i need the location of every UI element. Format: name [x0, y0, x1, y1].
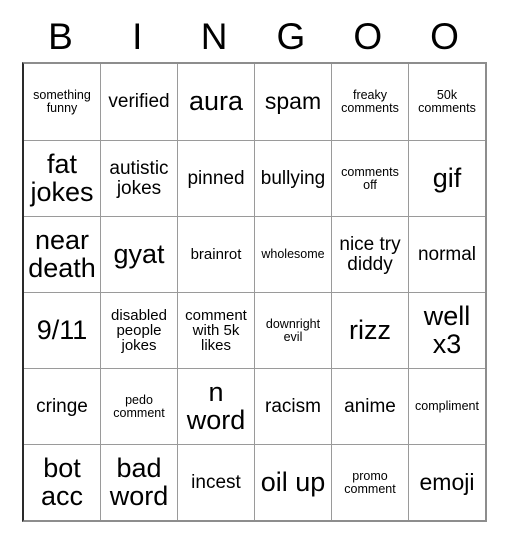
bingo-cell-label: wholesome [261, 247, 325, 262]
header-letter-3: N [200, 16, 228, 57]
bingo-cell[interactable]: emoji [408, 444, 485, 520]
bingo-cell[interactable]: incest [177, 444, 254, 520]
bingo-cell-label: freaky comments [341, 88, 399, 115]
header-letter-4: G [276, 16, 306, 57]
header-letter-1: B [48, 16, 73, 57]
bingo-row: cringe pedo comment n word racism anime … [24, 368, 485, 444]
bingo-cell[interactable]: something funny [24, 64, 100, 140]
bingo-cell[interactable]: pedo comment [100, 368, 177, 444]
bingo-cell[interactable]: bullying [254, 140, 331, 216]
bingo-cell-label: something funny [33, 88, 91, 115]
bingo-cell-label: pedo comment [113, 392, 165, 420]
bingo-cell-label: 9/11 [36, 314, 88, 345]
bingo-cell[interactable]: 50k comments [408, 64, 485, 140]
bingo-cell[interactable]: fat jokes [24, 140, 100, 216]
bingo-row: bot acc bad word incest oil up promo com… [24, 444, 485, 520]
bingo-cell-label: bad word [109, 452, 169, 511]
bingo-row: 9/11 disabled people jokes comment with … [24, 292, 485, 368]
header-letter-2: I [132, 16, 143, 57]
bingo-cell-label: incest [191, 471, 241, 493]
bingo-cell-label: cringe [36, 395, 88, 417]
bingo-cell-label: anime [344, 395, 396, 417]
bingo-cell[interactable]: wholesome [254, 216, 331, 292]
bingo-card: B I N G O O something funny verified aur… [22, 12, 487, 522]
bingo-cell-label: aura [188, 86, 244, 117]
bingo-cell[interactable]: nice try diddy [331, 216, 408, 292]
bingo-cell[interactable]: 9/11 [24, 292, 100, 368]
bingo-cell[interactable]: anime [331, 368, 408, 444]
bingo-cell-label: n word [186, 376, 246, 435]
bingo-cell-label: pinned [187, 167, 245, 189]
bingo-cell-label: emoji [419, 468, 475, 495]
bingo-row: fat jokes autistic jokes pinned bullying… [24, 140, 485, 216]
bingo-cell[interactable]: pinned [177, 140, 254, 216]
bingo-cell[interactable]: spam [254, 64, 331, 140]
bingo-cell-label: comment with 5k likes [185, 306, 247, 355]
bingo-cell[interactable]: downright evil [254, 292, 331, 368]
bingo-cell[interactable]: autistic jokes [100, 140, 177, 216]
bingo-cell-label: spam [264, 88, 322, 115]
bingo-cell-label: gyat [113, 238, 165, 269]
bingo-cell-label: 50k comments [418, 88, 476, 115]
bingo-cell-label: downright evil [265, 316, 321, 344]
bingo-row: near death gyat brainrot wholesome nice … [24, 216, 485, 292]
bingo-cell[interactable]: racism [254, 368, 331, 444]
bingo-cell[interactable]: promo comment [331, 444, 408, 520]
bingo-cell[interactable]: gyat [100, 216, 177, 292]
bingo-cell[interactable]: n word [177, 368, 254, 444]
bingo-cell[interactable]: comments off [331, 140, 408, 216]
bingo-cell[interactable]: brainrot [177, 216, 254, 292]
bingo-cell[interactable]: aura [177, 64, 254, 140]
bingo-cell-label: bot acc [40, 452, 84, 511]
header-letter-5: O [353, 16, 383, 57]
bingo-cell-label: rizz [349, 314, 391, 345]
bingo-cell-label: racism [265, 395, 321, 417]
bingo-cell[interactable]: near death [24, 216, 100, 292]
bingo-cell-label: fat jokes [30, 148, 94, 207]
bingo-cell-label: gif [432, 162, 462, 193]
bingo-cell[interactable]: cringe [24, 368, 100, 444]
bingo-cell[interactable]: gif [408, 140, 485, 216]
bingo-cell-label: disabled people jokes [111, 306, 167, 355]
bingo-cell[interactable]: oil up [254, 444, 331, 520]
bingo-cell[interactable]: disabled people jokes [100, 292, 177, 368]
bingo-grid: something funny verified aura spam freak… [22, 62, 487, 522]
bingo-cell[interactable]: rizz [331, 292, 408, 368]
bingo-cell[interactable]: well x3 [408, 292, 485, 368]
bingo-cell[interactable]: verified [100, 64, 177, 140]
bingo-cell[interactable]: freaky comments [331, 64, 408, 140]
bingo-cell-label: brainrot [190, 245, 242, 263]
bingo-cell-label: compliment [415, 399, 479, 414]
bingo-cell[interactable]: comment with 5k likes [177, 292, 254, 368]
bingo-cell-label: verified [108, 91, 170, 113]
bingo-header-row: B I N G O O [22, 12, 483, 62]
bingo-cell-label: well x3 [423, 300, 471, 359]
bingo-cell-label: nice try diddy [339, 234, 401, 275]
bingo-cell-label: bullying [260, 167, 326, 189]
bingo-cell[interactable]: compliment [408, 368, 485, 444]
bingo-cell-label: near death [28, 224, 96, 283]
header-letter-6: O [430, 16, 459, 57]
bingo-cell[interactable]: bad word [100, 444, 177, 520]
bingo-cell[interactable]: normal [408, 216, 485, 292]
bingo-cell-label: comments off [341, 164, 399, 192]
bingo-cell[interactable]: bot acc [24, 444, 100, 520]
bingo-cell-label: promo comment [344, 468, 396, 496]
bingo-cell-label: normal [417, 243, 477, 265]
bingo-row: something funny verified aura spam freak… [24, 64, 485, 140]
bingo-cell-label: oil up [260, 466, 326, 497]
bingo-cell-label: autistic jokes [109, 158, 169, 199]
